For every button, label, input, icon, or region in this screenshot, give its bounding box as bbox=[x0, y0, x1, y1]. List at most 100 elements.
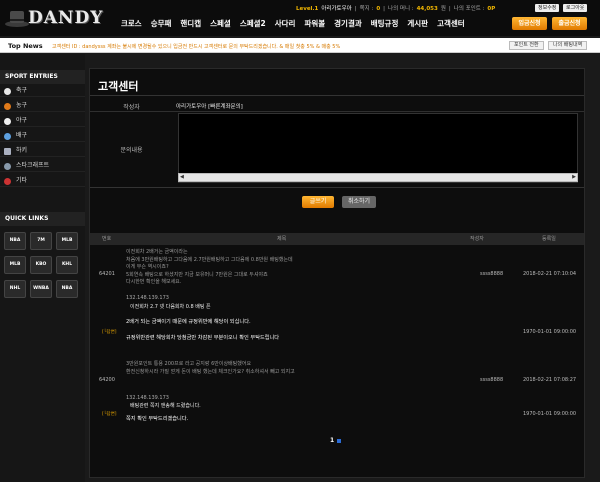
reply-label: [└답변] bbox=[102, 330, 117, 335]
post-date: 2018-02-21 07:08:27 bbox=[523, 377, 577, 383]
nav-item[interactable]: 사다리 bbox=[275, 18, 296, 29]
write-button[interactable]: 글쓰기 bbox=[302, 196, 334, 208]
answer-date: 1970-01-01 09:00:00 bbox=[523, 329, 577, 335]
post-ip: 132.148.139.173 bbox=[126, 295, 169, 301]
post-body: 이전회차 2배거는 금액이라는 처음에 3만원배팅하고 그다음에 2.7만원배팅… bbox=[126, 249, 456, 287]
logo-text: DANDY bbox=[28, 8, 104, 28]
answer-line: 규정위반관련 해당회차 당첨금만 차감된 부분이오니 확인 부탁드립니다 bbox=[126, 335, 280, 341]
author-value: 아리가토우아 bbox=[176, 104, 207, 110]
sport-label: 기타 bbox=[16, 177, 28, 184]
quick-link-nhl[interactable]: NHL bbox=[4, 280, 26, 298]
cancel-button[interactable]: 취소하기 bbox=[342, 196, 376, 208]
sport-item-volleyball[interactable]: 배구 bbox=[0, 130, 85, 142]
table-row[interactable]: 3만원포인트 통용 200프로 라고 공지랑 6만이상배팅했어요 환전신청하시라… bbox=[90, 359, 584, 429]
post-question: 이전회차 2.7 넷 다음회차 0.8 배팅 픈 bbox=[130, 304, 211, 310]
quick-link-khl[interactable]: KHL bbox=[56, 256, 78, 274]
quick-link-mlb[interactable]: MLB bbox=[4, 256, 26, 274]
sport-label: 야구 bbox=[16, 117, 28, 124]
hockey-icon bbox=[4, 148, 11, 155]
answer-line: 쪽지 확인 부탁드리겠습니다. bbox=[126, 416, 189, 422]
sport-entries-title: SPORT ENTRIES bbox=[0, 70, 85, 84]
author-subject: 아리가토우아 [빠른계좌문의] bbox=[176, 102, 243, 110]
post-question: 배팅관련 쪽지 앤송해 드렸습니다. bbox=[130, 403, 201, 409]
nav-item[interactable]: 스페셜 bbox=[210, 18, 231, 29]
site-header: DANDY Level.1 아리가토우아 | 쪽지 :0 | 나의 머니 :44,053 원… bbox=[0, 0, 600, 36]
answer-line: 2배거 되는 금액이기 때문에 규정위반에 해당이 되십니다. bbox=[126, 319, 251, 325]
table-row[interactable]: 이전회차 2배거는 금액이라는 처음에 3만원배팅하고 그다음에 2.7만원배팅… bbox=[90, 247, 584, 347]
nav-item[interactable]: 핸디캡 bbox=[180, 18, 201, 29]
quick-link-wnba[interactable]: WNBA bbox=[30, 280, 52, 298]
withdraw-button[interactable]: 출금신청 bbox=[552, 17, 587, 30]
quick-link-nba[interactable]: NBA bbox=[56, 280, 78, 298]
hat-icon bbox=[5, 11, 29, 27]
nav-item[interactable]: 경기결과 bbox=[334, 18, 362, 29]
sport-item-baseball[interactable]: 야구 bbox=[0, 115, 85, 127]
nav-item[interactable]: 파워볼 bbox=[304, 18, 325, 29]
quick-link-nba[interactable]: NBA bbox=[4, 232, 26, 250]
post-date: 2018-02-21 07:10:04 bbox=[523, 271, 577, 277]
page-title: 고객센터 bbox=[98, 80, 139, 93]
nav-item[interactable]: 고객센터 bbox=[437, 18, 465, 29]
sport-item-hockey[interactable]: 하키 bbox=[0, 145, 85, 157]
horizontal-scrollbar[interactable]: ◀ ▶ bbox=[178, 173, 578, 182]
message-count[interactable]: 0 bbox=[376, 6, 380, 12]
scroll-right-icon[interactable]: ▶ bbox=[572, 174, 576, 180]
nav-item[interactable]: 게시판 bbox=[407, 18, 428, 29]
scroll-left-icon[interactable]: ◀ bbox=[180, 174, 184, 180]
nav-item[interactable]: 스페셜2 bbox=[240, 18, 266, 29]
col-num: 번호 bbox=[102, 236, 112, 242]
sport-item-basketball[interactable]: 농구 bbox=[0, 100, 85, 112]
subject-select[interactable]: [빠른계좌문의] bbox=[208, 104, 243, 110]
sport-label: 하키 bbox=[16, 147, 28, 154]
content-label: 문의내용 bbox=[120, 147, 143, 154]
answer-date: 1970-01-01 09:00:00 bbox=[523, 411, 577, 417]
post-line: 3만원포인트 통용 200프로 라고 공지랑 6만이상배팅했어요 bbox=[126, 361, 252, 367]
point-label: 나의 포인트 : bbox=[453, 6, 485, 12]
bet-history-button[interactable]: 나의 배팅내역 bbox=[548, 41, 588, 50]
pagination: 1 bbox=[330, 437, 342, 444]
sport-label: 축구 bbox=[16, 87, 28, 94]
sport-item-starcraft[interactable]: 스타크래프트 bbox=[0, 160, 85, 172]
nav-item[interactable]: 승무패 bbox=[151, 18, 172, 29]
deposit-button[interactable]: 입금신청 bbox=[512, 17, 547, 30]
post-line: 환전신청하시라 가질 얻게 돈이 배팅 했는데 체크인가요? 취소하셔서 빼고 … bbox=[126, 368, 295, 375]
sidebar: SPORT ENTRIES 축구 농구 야구 배구 하키 스타크래프트 기타 Q… bbox=[0, 54, 85, 482]
post-ip: 132.148.139.173 bbox=[126, 395, 169, 401]
username: 아리가토우아 bbox=[321, 6, 352, 12]
page-number[interactable]: 1 bbox=[330, 437, 334, 444]
post-author: ssss8888 bbox=[480, 377, 504, 383]
basketball-icon bbox=[4, 103, 11, 110]
answer-body: 쪽지 확인 부탁드리겠습니다. bbox=[126, 414, 456, 424]
next-page-icon[interactable] bbox=[337, 438, 342, 443]
post-number: 64201 bbox=[99, 271, 115, 277]
sport-item-soccer[interactable]: 축구 bbox=[0, 85, 85, 97]
col-author: 작성자 bbox=[470, 236, 484, 242]
author-label: 작성자 bbox=[123, 104, 140, 111]
col-title: 제목 bbox=[277, 236, 287, 242]
sport-label: 배구 bbox=[16, 132, 28, 139]
post-line: 이게 무슨 역시이죠? bbox=[126, 264, 169, 270]
nav-item[interactable]: 크로스 bbox=[121, 18, 142, 29]
sport-item-etc[interactable]: 기타 bbox=[0, 175, 85, 187]
edit-info-button[interactable]: 정보수정 bbox=[535, 4, 560, 12]
post-line: 다시한번 확인을 해보세요. bbox=[126, 279, 182, 285]
logout-button[interactable]: 로그아웃 bbox=[563, 4, 588, 12]
title-divider bbox=[90, 95, 584, 96]
money-value: 44,053 bbox=[416, 6, 438, 12]
soccer-ball-icon bbox=[4, 88, 11, 95]
quick-link-mlb[interactable]: MLB bbox=[56, 232, 78, 250]
site-logo[interactable]: DANDY bbox=[4, 6, 114, 32]
reply-label: [└답변] bbox=[102, 412, 117, 417]
point-convert-button[interactable]: 포인트 전환 bbox=[509, 41, 544, 50]
post-body: 3만원포인트 통용 200프로 라고 공지랑 6만이상배팅했어요 환전신청하시라… bbox=[126, 361, 456, 376]
user-status: Level.1 아리가토우아 | 쪽지 :0 | 나의 머니 :44,053 원 | 나의 포인… bbox=[296, 6, 496, 12]
nav-item[interactable]: 배팅규정 bbox=[371, 18, 399, 29]
post-author: ssss8888 bbox=[480, 271, 504, 277]
baseball-icon bbox=[4, 118, 11, 125]
quick-link-kbo[interactable]: KBO bbox=[30, 256, 52, 274]
quick-link-7m[interactable]: 7M bbox=[30, 232, 52, 250]
form-divider bbox=[90, 187, 584, 188]
quick-links-title: QUICK LINKS bbox=[0, 212, 85, 226]
main-nav: 크로스 승무패 핸디캡 스페셜 스페셜2 사다리 파워볼 경기결과 배팅규정 게시판 고객센터 bbox=[121, 18, 474, 29]
answer-body: 2배거 되는 금액이기 때문에 규정위반에 해당이 되십니다. 규정위반관련 해… bbox=[126, 317, 456, 343]
